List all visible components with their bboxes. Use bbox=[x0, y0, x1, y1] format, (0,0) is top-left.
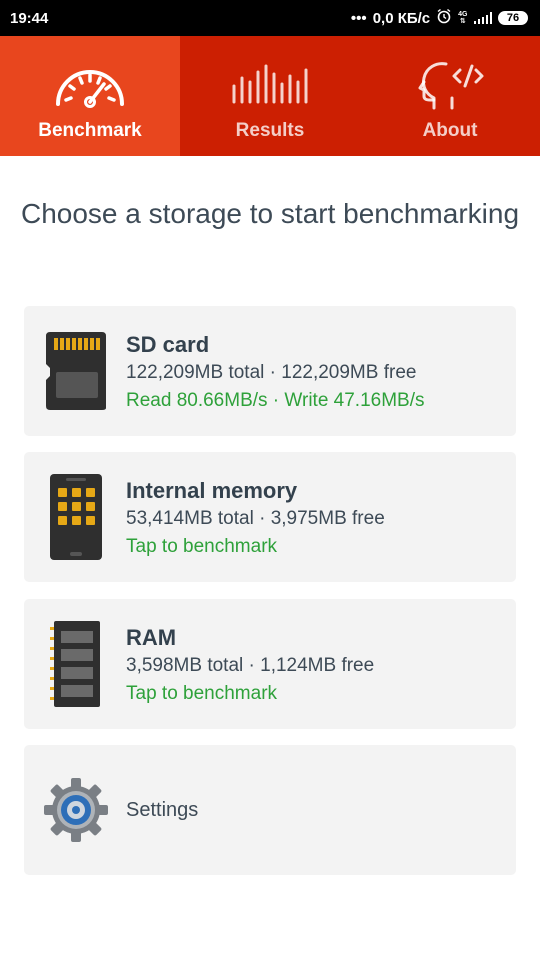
settings-button[interactable]: Settings bbox=[24, 745, 516, 875]
network-speed: 0,0 КБ/с bbox=[372, 9, 431, 27]
speedometer-icon bbox=[50, 58, 130, 110]
phone-memory-icon bbox=[42, 474, 110, 560]
storage-name: SD card bbox=[126, 332, 210, 357]
battery-level: 76 bbox=[506, 12, 520, 24]
storage-status: Tap to benchmark bbox=[126, 536, 278, 557]
storage-status: Read 80.66MB/s · Write 47.16MB/s bbox=[126, 390, 425, 411]
tab-benchmark-label: Benchmark bbox=[38, 120, 142, 141]
sd-card-icon bbox=[42, 328, 110, 414]
tab-about-label: About bbox=[422, 120, 478, 141]
tab-about[interactable]: About bbox=[360, 36, 540, 156]
storage-card-sd[interactable]: SD card 122,209MB total · 122,209MB free… bbox=[24, 306, 516, 436]
storage-name: Internal memory bbox=[126, 478, 298, 503]
storage-name: RAM bbox=[126, 625, 177, 650]
network-type-icon: 4G ⇅ bbox=[458, 11, 468, 25]
storage-card-internal[interactable]: Internal memory 53,414MB total · 3,975MB… bbox=[24, 452, 516, 582]
tab-bar: Benchmark Results About bbox=[0, 36, 540, 156]
ram-chip-icon bbox=[42, 621, 110, 707]
storage-card-ram[interactable]: RAM 3,598MB total · 1,124MB free Tap to … bbox=[24, 599, 516, 729]
battery-icon: 76 bbox=[498, 11, 528, 25]
bar-chart-icon bbox=[230, 58, 310, 110]
network-type-label: 4G bbox=[458, 11, 468, 18]
alarm-icon bbox=[436, 8, 452, 28]
settings-label: Settings bbox=[126, 799, 199, 821]
head-code-icon bbox=[410, 58, 490, 110]
storage-info: 3,598MB total · 1,124MB free bbox=[126, 655, 375, 676]
status-time: 19:44 bbox=[10, 9, 49, 27]
storage-status: Tap to benchmark bbox=[126, 683, 278, 704]
more-dots-icon: ••• bbox=[350, 9, 367, 27]
storage-info: 53,414MB total · 3,975MB free bbox=[126, 508, 385, 529]
status-icons: ••• 0,0 КБ/с 4G ⇅ 76 bbox=[351, 8, 528, 28]
tab-results[interactable]: Results bbox=[180, 36, 360, 156]
signal-icon bbox=[473, 12, 492, 24]
status-bar: 19:44 ••• 0,0 КБ/с 4G ⇅ 76 bbox=[0, 0, 540, 36]
tab-benchmark[interactable]: Benchmark bbox=[0, 36, 180, 156]
page-heading: Choose a storage to start benchmarking bbox=[20, 198, 520, 229]
tab-results-label: Results bbox=[235, 120, 305, 141]
gear-icon bbox=[42, 767, 110, 853]
storage-info: 122,209MB total · 122,209MB free bbox=[126, 362, 417, 383]
